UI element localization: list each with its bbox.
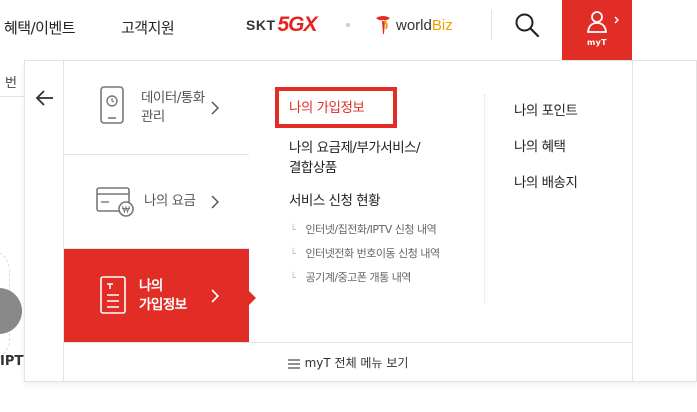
back-button[interactable] (34, 87, 56, 109)
hamburger-icon (287, 358, 300, 369)
phone-clock-icon (100, 86, 124, 124)
menu-my-fee-label: 나의 요금 (144, 193, 196, 209)
sub-link-voip-port-label: 인터넷전화 번호이동 신청 내역 (305, 247, 441, 260)
background-divider (0, 96, 26, 97)
sub-link-used-phone-activation[interactable]: └ 공기계/중고폰 개통 내역 (290, 269, 411, 285)
5gx-logo-text: 5GX (277, 13, 318, 36)
menu-my-subscription-info[interactable]: 나의 가입정보 (64, 249, 249, 342)
left-category-menu: 데이터/통화 관리 나의 요금 나의 가입정보 (64, 61, 249, 342)
card-won-icon (96, 187, 134, 217)
back-arrow-icon (35, 90, 53, 106)
link-my-subscription-info[interactable]: 나의 가입정보 (289, 98, 365, 118)
sub-item-marker-icon: └ (290, 225, 296, 236)
sub-link-internet-request-label: 인터넷/집전화/IPTV 신청 내역 (305, 223, 437, 236)
header-divider (491, 10, 492, 40)
document-t-icon (100, 276, 126, 314)
chevron-right-icon (211, 195, 219, 209)
sub-link-voip-port-request[interactable]: └ 인터넷전화 번호이동 신청 내역 (290, 245, 440, 261)
sub-link-internet-request[interactable]: └ 인터넷/집전화/IPTV 신청 내역 (290, 221, 437, 237)
user-icon (587, 11, 607, 33)
myt-label: myT (587, 38, 607, 47)
myt-mega-menu: 데이터/통화 관리 나의 요금 나의 가입정보 나의 가입정보 나의 요금제/부… (24, 60, 697, 382)
background-circle-button[interactable] (0, 288, 22, 334)
link-service-request-status[interactable]: 서비스 신청 현황 (289, 191, 381, 211)
t-logo-icon (376, 16, 390, 34)
submenu-column-divider (484, 94, 485, 304)
brand-separator (346, 23, 350, 27)
nav-support[interactable]: 고객지원 (121, 17, 175, 38)
top-header: 혜택/이벤트 고객지원 SKT 5GX worldBiz myT (0, 0, 697, 60)
sub-item-marker-icon: └ (290, 249, 296, 260)
nav-events[interactable]: 혜택/이벤트 (4, 17, 76, 38)
link-my-points[interactable]: 나의 포인트 (514, 101, 578, 121)
all-menu-button[interactable]: myT 전체 메뉴 보기 (64, 342, 632, 382)
link-my-benefits[interactable]: 나의 혜택 (514, 137, 566, 157)
link-my-plan-addons[interactable]: 나의 요금제/부가서비스/ 결합상품 (289, 138, 421, 178)
panel-right-border (632, 61, 633, 381)
sub-link-used-phone-label: 공기계/중고폰 개통 내역 (305, 271, 412, 284)
menu-data-call-management[interactable]: 데이터/통화 관리 (64, 61, 249, 155)
menu-my-subscription-label: 나의 가입정보 (139, 278, 187, 313)
back-column (25, 61, 64, 381)
worldbiz-logo[interactable]: worldBiz (374, 13, 453, 37)
menu-my-fee[interactable]: 나의 요금 (64, 155, 249, 249)
submenu-panel: 나의 가입정보 나의 요금제/부가서비스/ 결합상품 서비스 신청 현황 └ 인터… (249, 61, 632, 342)
skt-5gx-logo[interactable]: SKT 5GX (246, 13, 318, 36)
sub-item-marker-icon: └ (290, 273, 296, 284)
search-icon (515, 13, 540, 38)
skt-logo-text: SKT (246, 17, 276, 33)
worldbiz-world-text: world (396, 16, 432, 34)
worldbiz-biz-text: Biz (431, 16, 453, 34)
menu-data-call-label: 데이터/통화 관리 (141, 90, 205, 125)
all-menu-label: myT 전체 메뉴 보기 (304, 356, 409, 370)
chevron-right-icon (211, 289, 219, 303)
myt-button[interactable]: myT (562, 0, 632, 60)
link-my-shipping-address[interactable]: 나의 배송지 (514, 173, 578, 193)
search-button[interactable] (513, 11, 541, 39)
background-text-fragment: 번 (5, 76, 17, 91)
chevron-right-icon (614, 16, 619, 24)
chevron-right-icon (211, 101, 219, 115)
